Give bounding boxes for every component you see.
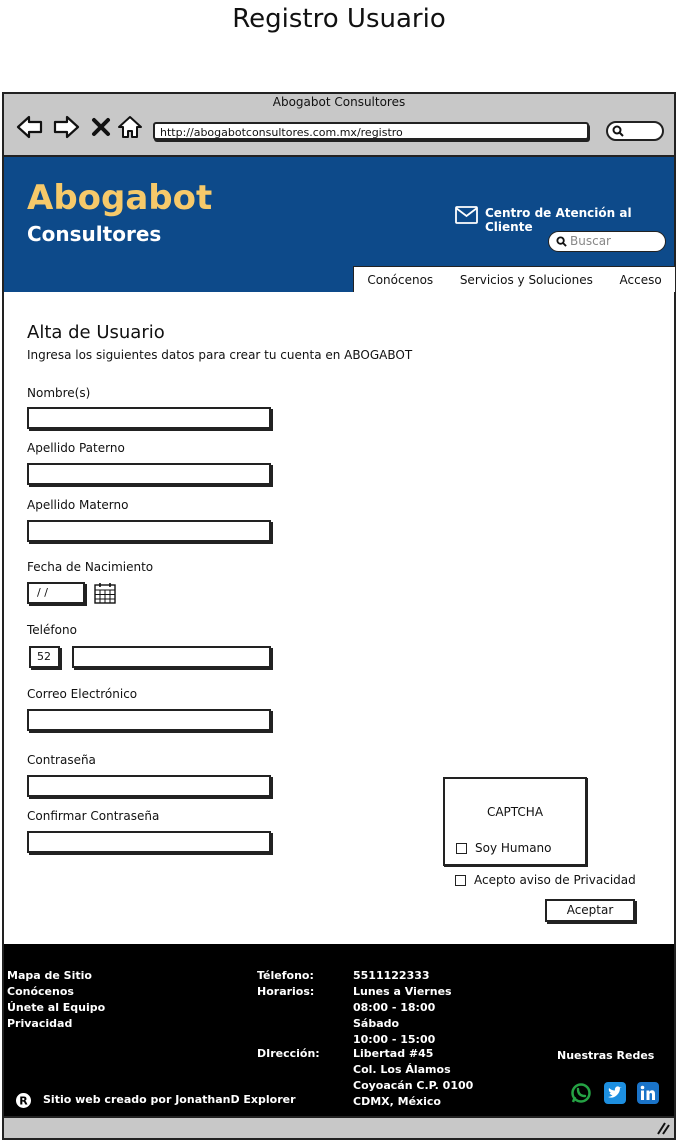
apellido-paterno-label: Apellido Paterno (27, 441, 125, 455)
twitter-icon[interactable] (604, 1082, 626, 1104)
address-label: DIrección: (257, 1047, 320, 1060)
captcha-box: CAPTCHA Soy Humano (443, 777, 587, 866)
phone-value: 5511122333 (353, 969, 430, 982)
accept-button[interactable]: Aceptar (545, 899, 635, 922)
search-icon (612, 125, 624, 137)
apellido-materno-input[interactable] (27, 520, 271, 542)
address-line: CDMX, México (353, 1095, 441, 1108)
password-input[interactable] (27, 775, 271, 797)
apellido-materno-label: Apellido Materno (27, 498, 129, 512)
telefono-label: Teléfono (27, 623, 77, 637)
hours-line: Lunes a Viernes (353, 985, 452, 998)
footer-links: Mapa de Sitio Conócenos Únete al Equipo … (7, 968, 105, 1032)
phone-label: Télefono: (257, 969, 314, 982)
forward-arrow-icon[interactable] (52, 114, 80, 140)
brand-subtitle: Consultores (27, 222, 162, 246)
nav-item-servicios[interactable]: Servicios y Soluciones (460, 273, 593, 287)
customer-support-link[interactable]: Centro de Atención al Cliente (485, 206, 678, 234)
fecha-input[interactable]: / / (27, 582, 85, 604)
captcha-label: Soy Humano (475, 841, 552, 855)
captcha-title: CAPTCHA (486, 805, 544, 819)
search-placeholder: Buscar (570, 234, 611, 248)
social-title: Nuestras Redes (557, 1049, 655, 1062)
main-nav: Conócenos Servicios y Soluciones Acceso (353, 266, 676, 292)
hours-line: 08:00 - 18:00 (353, 1001, 436, 1014)
form-title: Alta de Usuario (27, 322, 165, 343)
footer-link-privacy[interactable]: Privacidad (7, 1016, 105, 1032)
nombre-label: Nombre(s) (27, 386, 91, 400)
password-label: Contraseña (27, 753, 96, 767)
footer-link-careers[interactable]: Únete al Equipo (7, 1000, 105, 1016)
hours-label: Horarios: (257, 985, 315, 998)
address-values: Libertad #45 Col. Los Álamos Coyoacán C.… (353, 1046, 473, 1110)
window-title: Abogabot Consultores (272, 95, 406, 109)
browser-status-bar (4, 1116, 674, 1138)
close-x-icon[interactable] (90, 114, 112, 140)
hours-values: Lunes a Viernes 08:00 - 18:00 Sábado 10:… (353, 984, 452, 1048)
whatsapp-icon[interactable] (570, 1082, 592, 1104)
nav-item-acceso[interactable]: Acceso (620, 273, 662, 287)
captcha-checkbox[interactable] (456, 843, 467, 854)
url-bar[interactable]: http://abogabotconsultores.com.mx/regist… (153, 122, 589, 140)
brand-logo[interactable]: Abogabot (27, 178, 212, 218)
privacy-label: Acepto aviso de Privacidad (474, 873, 636, 887)
site-credit: Sitio web creado por JonathanD Explorer (43, 1093, 296, 1106)
back-arrow-icon[interactable] (16, 114, 44, 140)
confirm-password-input[interactable] (27, 831, 271, 853)
nombre-input[interactable] (27, 407, 271, 429)
hours-line: Sábado (353, 1017, 400, 1030)
telefono-input[interactable] (72, 646, 271, 668)
correo-input[interactable] (27, 709, 271, 731)
registered-symbol: R (19, 1095, 28, 1108)
fecha-label: Fecha de Nacimiento (27, 560, 154, 574)
address-line: Col. Los Álamos (353, 1063, 451, 1076)
resize-grip-icon[interactable] (652, 1121, 670, 1135)
footer-link-conocenos[interactable]: Conócenos (7, 984, 105, 1000)
address-line: Coyoacán C.P. 0100 (353, 1079, 474, 1092)
privacy-checkbox[interactable] (455, 875, 466, 886)
confirm-password-label: Confirmar Contraseña (27, 809, 160, 823)
page-title: Registro Usuario (232, 4, 446, 34)
search-icon (556, 236, 567, 247)
home-icon[interactable] (116, 114, 144, 140)
telefono-code-input[interactable]: 52 (29, 646, 60, 668)
browser-search-box[interactable] (606, 121, 664, 141)
footer-link-sitemap[interactable]: Mapa de Sitio (7, 968, 105, 984)
address-line: Libertad #45 (353, 1047, 434, 1060)
mail-icon (455, 206, 478, 224)
nav-item-conocenos[interactable]: Conócenos (367, 273, 433, 287)
linkedin-icon[interactable] (637, 1082, 659, 1104)
calendar-icon[interactable] (94, 582, 116, 604)
registered-icon: R (16, 1093, 31, 1108)
form-subtitle: Ingresa los siguientes datos para crear … (27, 348, 413, 362)
correo-label: Correo Electrónico (27, 687, 138, 701)
apellido-paterno-input[interactable] (27, 463, 271, 485)
site-search-input[interactable]: Buscar (548, 231, 666, 252)
